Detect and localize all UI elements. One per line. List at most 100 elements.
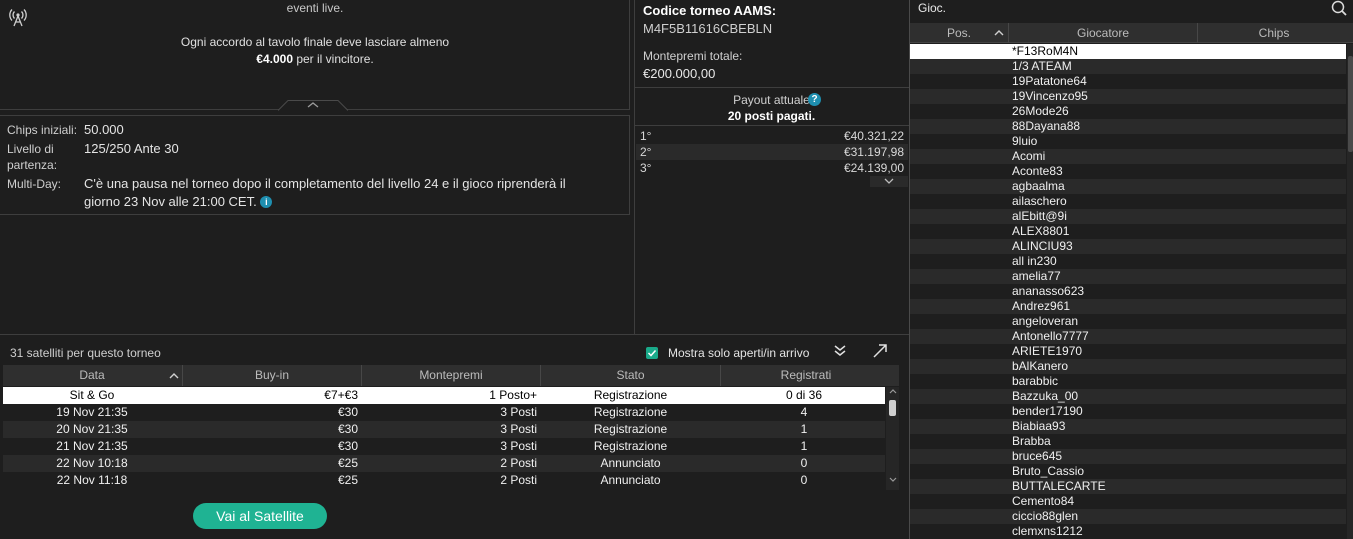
column-prize[interactable]: Montepremi [362, 368, 540, 382]
column-buyin-label: Buy-in [254, 368, 289, 382]
player-row[interactable]: 19Vincenzo95 [910, 89, 1346, 104]
player-row[interactable]: angeloveran [910, 314, 1346, 329]
payout-position: 3° [640, 161, 652, 175]
players-scrollbar-thumb[interactable] [1348, 56, 1353, 152]
filter-checkbox-label[interactable]: Mostra solo aperti/in arrivo [668, 346, 809, 360]
satellite-registered: 0 di 36 [785, 388, 823, 402]
divider [635, 87, 910, 88]
satellite-buyin: €25 [337, 456, 358, 470]
expand-payouts-button[interactable] [870, 176, 908, 187]
player-row[interactable]: 88Dayana88 [910, 119, 1346, 134]
payout-position: 1° [640, 129, 652, 143]
player-row[interactable]: ananasso623 [910, 284, 1346, 299]
level-value: 125/250 Ante 30 [84, 141, 179, 156]
player-row[interactable]: bender17190 [910, 404, 1346, 419]
player-row[interactable]: 1/3 ATEAM [910, 59, 1346, 74]
payout-amount: €24.139,00 [843, 161, 904, 175]
column-player-label: Giocatore [1076, 26, 1130, 40]
satellite-row[interactable]: 22 Nov 11:18 €25 2 Posti Annunciato 0 [3, 472, 885, 489]
player-row[interactable]: Andrez961 [910, 299, 1346, 314]
player-row[interactable]: Antonello7777 [910, 329, 1346, 344]
player-row[interactable]: bruce645 [910, 449, 1346, 464]
satellites-scrollbar-thumb[interactable] [889, 400, 896, 416]
satellite-status: Annunciato [600, 473, 661, 487]
player-row[interactable]: Bazzuka_00 [910, 389, 1346, 404]
column-registered[interactable]: Registrati [721, 368, 891, 382]
player-row[interactable]: BUTTALECARTE [910, 479, 1346, 494]
column-player[interactable]: Giocatore [1009, 26, 1197, 40]
column-status-label: Stato [616, 368, 645, 382]
filter-checkbox[interactable] [646, 347, 658, 359]
satellite-date: 19 Nov 21:35 [56, 405, 128, 419]
satellite-row[interactable]: 22 Nov 10:18 €25 2 Posti Annunciato 0 [3, 455, 885, 472]
player-row[interactable]: ailaschero [910, 194, 1346, 209]
satellite-status: Annunciato [600, 456, 661, 470]
player-row[interactable]: Biabiaa93 [910, 419, 1346, 434]
player-row[interactable]: *F13RoM4N [910, 44, 1346, 59]
player-row[interactable]: barabbic [910, 374, 1346, 389]
player-row[interactable]: alEbitt@9i [910, 209, 1346, 224]
scroll-up-icon[interactable] [887, 385, 899, 397]
divider [635, 125, 910, 126]
help-icon[interactable]: ? [808, 93, 821, 106]
player-row[interactable]: amelia77 [910, 269, 1346, 284]
search-icon[interactable] [1330, 0, 1348, 16]
sort-ascending-icon[interactable] [168, 370, 180, 382]
column-buyin[interactable]: Buy-in [183, 368, 361, 382]
payout-amount: €40.321,22 [843, 129, 904, 143]
prize-pool-label: Montepremi totale: [643, 49, 743, 63]
collapse-info-button[interactable] [277, 100, 349, 111]
players-list: *F13RoM4N 1/3 ATEAM 19Patatone64 19Vince… [910, 44, 1346, 539]
player-row[interactable]: Cemento84 [910, 494, 1346, 509]
satellite-registered: 0 [800, 456, 808, 470]
scroll-down-icon[interactable] [887, 474, 899, 486]
player-row[interactable]: 9luio [910, 134, 1346, 149]
payout-row: 3° €24.139,00 [636, 160, 908, 176]
player-row[interactable]: 26Mode26 [910, 104, 1346, 119]
satellite-row[interactable]: 20 Nov 21:35 €30 3 Posti Registrazione 1 [3, 421, 885, 438]
player-row[interactable]: clemxns1212 [910, 524, 1346, 539]
payout-label: Payout attuale [733, 93, 810, 107]
sort-ascending-icon[interactable] [993, 27, 1005, 39]
column-date[interactable]: Data [3, 368, 181, 382]
popout-icon[interactable] [871, 343, 889, 359]
multiday-text-line2: giorno 23 Nov alle 21:00 CET. i [84, 194, 273, 209]
payout-amount: €31.197,98 [843, 145, 904, 159]
collapse-all-icon[interactable] [832, 343, 848, 359]
satellite-prize: 3 Posti [500, 422, 537, 436]
go-to-satellite-button[interactable]: Vai al Satellite [193, 503, 327, 529]
player-row[interactable]: Bruto_Cassio [910, 464, 1346, 479]
satellite-date: 21 Nov 21:35 [56, 439, 128, 453]
column-chips[interactable]: Chips [1198, 26, 1350, 40]
satellite-row[interactable]: 19 Nov 21:35 €30 3 Posti Registrazione 4 [3, 404, 885, 421]
satellite-row[interactable]: Sit & Go €7+€3 1 Posto+ Registrazione 0 … [3, 387, 885, 404]
player-row[interactable]: Brabba [910, 434, 1346, 449]
satellite-prize: 2 Posti [500, 456, 537, 470]
multiday-text-line2-content: giorno 23 Nov alle 21:00 CET. [84, 194, 257, 209]
aams-code-value: M4F5B11616CBEBLN [643, 21, 773, 36]
satellite-status: Registrazione [593, 405, 668, 419]
player-row[interactable]: ciccio88glen [910, 509, 1346, 524]
player-row[interactable]: agbaalma [910, 179, 1346, 194]
satellite-registered: 1 [800, 439, 808, 453]
player-row[interactable]: Aconte83 [910, 164, 1346, 179]
player-row[interactable]: ARIETE1970 [910, 344, 1346, 359]
chips-value: 50.000 [84, 122, 124, 137]
player-row[interactable]: bAlKanero [910, 359, 1346, 374]
player-row[interactable]: ALEX8801 [910, 224, 1346, 239]
satellite-prize: 1 Posto+ [489, 388, 537, 402]
multiday-label: Multi-Day: [7, 177, 62, 191]
column-status[interactable]: Stato [541, 368, 720, 382]
player-row[interactable]: Acomi [910, 149, 1346, 164]
satellite-date: 22 Nov 11:18 [56, 473, 128, 487]
info-icon[interactable]: i [260, 196, 273, 208]
player-row[interactable]: all in230 [910, 254, 1346, 269]
player-row[interactable]: ALINCIU93 [910, 239, 1346, 254]
satellite-buyin: €30 [337, 422, 358, 436]
satellite-prize: 3 Posti [500, 405, 537, 419]
satellite-row[interactable]: 21 Nov 21:35 €30 3 Posti Registrazione 1 [3, 438, 885, 455]
column-chips-label: Chips [1258, 26, 1290, 40]
player-row[interactable]: 19Patatone64 [910, 74, 1346, 89]
column-registered-label: Registrati [780, 368, 832, 382]
satellite-status: Registrazione [593, 422, 668, 436]
